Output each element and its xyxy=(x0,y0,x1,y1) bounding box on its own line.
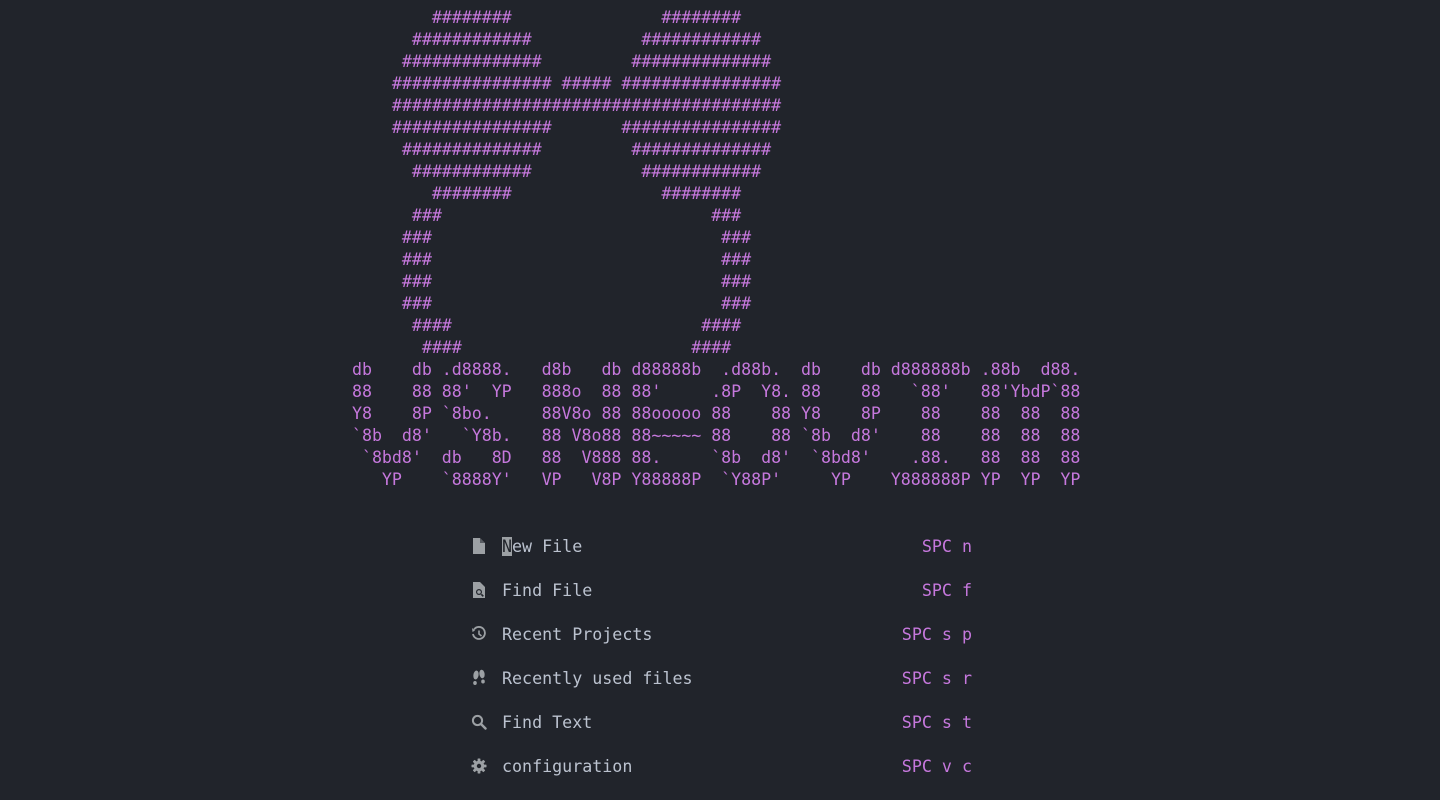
recent-projects-button[interactable]: Recent Projects SPC s p xyxy=(470,622,980,648)
gear-icon xyxy=(470,757,488,775)
find-file-icon xyxy=(470,581,488,599)
find-file-shortcut: SPC f xyxy=(921,581,972,600)
new-file-label: New File xyxy=(502,537,583,556)
find-file-label: Find File xyxy=(502,581,593,600)
dashboard: ######## ######## ############ #########… xyxy=(0,0,1440,800)
configuration-button[interactable]: configuration SPC v c xyxy=(470,754,980,780)
find-file-button[interactable]: Find File SPC f xyxy=(470,578,980,604)
search-icon xyxy=(470,713,488,731)
new-file-shortcut: SPC n xyxy=(921,537,972,556)
configuration-label: configuration xyxy=(502,757,633,776)
recently-used-files-shortcut: SPC s r xyxy=(901,669,972,688)
file-icon xyxy=(470,537,488,555)
find-text-label: Find Text xyxy=(502,713,593,732)
footprints-icon xyxy=(470,669,488,687)
find-text-shortcut: SPC s t xyxy=(901,713,972,732)
recent-projects-label: Recent Projects xyxy=(502,625,653,644)
recently-used-files-button[interactable]: Recently used files SPC s r xyxy=(470,666,980,692)
recent-projects-shortcut: SPC s p xyxy=(901,625,972,644)
new-file-button[interactable]: New File SPC n xyxy=(470,534,980,560)
history-icon xyxy=(470,625,488,643)
ascii-banner-logo: ######## ######## ############ #########… xyxy=(352,8,1081,489)
text-cursor: N xyxy=(502,537,513,556)
find-text-button[interactable]: Find Text SPC s t xyxy=(470,710,980,736)
recently-used-files-label: Recently used files xyxy=(502,669,693,688)
configuration-shortcut: SPC v c xyxy=(901,757,972,776)
